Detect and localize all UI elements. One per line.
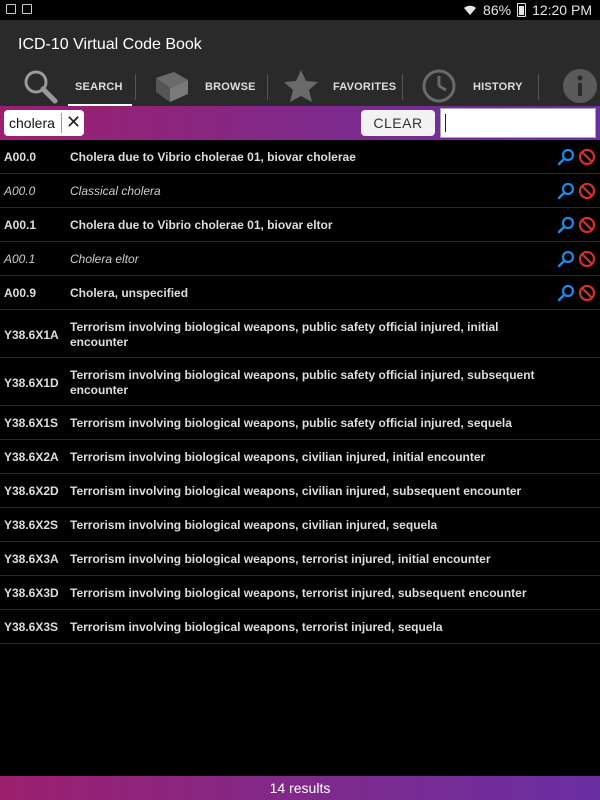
- results-count-bar: 14 results: [0, 776, 600, 800]
- lookup-icon[interactable]: [558, 284, 576, 302]
- code-label: A00.0: [4, 150, 37, 164]
- exclude-icon[interactable]: [578, 182, 596, 200]
- code-label: Y38.6X1S: [4, 416, 59, 430]
- search-input[interactable]: [440, 108, 596, 138]
- list-item[interactable]: A00.1 Cholera due to Vibrio cholerae 01,…: [0, 208, 600, 242]
- list-item[interactable]: A00.9 Cholera, unspecified: [0, 276, 600, 310]
- code-description: Terrorism involving biological weapons, …: [70, 586, 527, 600]
- code-description: Terrorism involving biological weapons, …: [70, 416, 512, 430]
- list-item[interactable]: Y38.6X1D Terrorism involving biological …: [0, 358, 600, 406]
- code-label: Y38.6X2S: [4, 518, 59, 532]
- code-description: Terrorism involving biological weapons, …: [70, 450, 486, 464]
- code-description: Terrorism involving biological weapons, …: [70, 620, 443, 634]
- code-label: Y38.6X2D: [4, 484, 59, 498]
- code-description: Classical cholera: [70, 184, 161, 198]
- code-description: Terrorism involving biological weapons, …: [70, 484, 522, 498]
- code-label: A00.9: [4, 286, 37, 300]
- tab-favorites[interactable]: FAVORITES: [280, 66, 397, 106]
- tab-search[interactable]: SEARCH: [20, 66, 132, 106]
- search-bar: cholera ✕ CLEAR: [0, 106, 600, 140]
- code-label: Y38.6X1D: [4, 376, 59, 390]
- code-label: A00.0: [4, 184, 36, 198]
- text-cursor: [445, 114, 446, 132]
- code-description: Terrorism involving biological weapons, …: [70, 552, 491, 566]
- tab-favorites-label: FAVORITES: [333, 81, 397, 93]
- code-description: Cholera due to Vibrio cholerae 01, biova…: [70, 150, 356, 164]
- results-count: 14 results: [269, 780, 331, 796]
- code-label: Y38.6X1A: [4, 328, 59, 342]
- tab-browse[interactable]: BROWSE: [150, 66, 270, 106]
- battery-percent: 86%: [483, 2, 512, 18]
- tab-history-label: HISTORY: [473, 81, 523, 93]
- tab-history[interactable]: HISTORY: [418, 66, 533, 106]
- remove-term-icon[interactable]: ✕: [66, 112, 81, 132]
- app-bar: ICD-10 Virtual Code Book SEARCH BROWSE F…: [0, 20, 600, 106]
- code-label: Y38.6X3D: [4, 586, 59, 600]
- exclude-icon[interactable]: [578, 216, 596, 234]
- tab-divider: [135, 74, 136, 100]
- code-description: Cholera due to Vibrio cholerae 01, biova…: [70, 218, 333, 232]
- code-label: A00.1: [4, 218, 37, 232]
- code-label: Y38.6X3S: [4, 620, 59, 634]
- sim-notification-icon: [22, 4, 32, 14]
- tab-bar: SEARCH BROWSE FAVORITES HISTORY: [0, 66, 600, 106]
- tab-divider: [267, 74, 268, 100]
- tab-divider: [538, 74, 539, 100]
- notification-icons: [6, 4, 32, 14]
- search-term: cholera: [9, 115, 55, 131]
- code-label: Y38.6X2A: [4, 450, 59, 464]
- exclude-icon[interactable]: [578, 148, 596, 166]
- clock-icon: [422, 69, 456, 103]
- code-description: Terrorism involving biological weapons, …: [70, 518, 438, 532]
- chip-divider: [61, 113, 62, 133]
- code-description: Cholera, unspecified: [70, 286, 189, 300]
- tab-info[interactable]: [558, 66, 600, 106]
- book-icon: [156, 72, 188, 102]
- tab-search-label: SEARCH: [75, 81, 123, 93]
- battery-icon: [517, 3, 527, 17]
- exclude-icon[interactable]: [578, 250, 596, 268]
- clock-time: 12:20 PM: [532, 2, 592, 18]
- app-title: ICD-10 Virtual Code Book: [18, 36, 202, 53]
- code-label: Y38.6X3A: [4, 552, 59, 566]
- clear-button[interactable]: CLEAR: [361, 110, 435, 136]
- list-item[interactable]: Y38.6X3A Terrorism involving biological …: [0, 542, 600, 576]
- list-item[interactable]: A00.0 Classical cholera: [0, 174, 600, 208]
- code-description: Cholera eltor: [70, 252, 139, 266]
- list-item[interactable]: A00.0 Cholera due to Vibrio cholerae 01,…: [0, 140, 600, 174]
- list-item[interactable]: Y38.6X3S Terrorism involving biological …: [0, 610, 600, 644]
- star-icon: [284, 70, 318, 102]
- code-label: A00.1: [4, 252, 36, 266]
- gallery-notification-icon: [6, 4, 16, 14]
- list-item[interactable]: Y38.6X1S Terrorism involving biological …: [0, 406, 600, 440]
- tab-browse-label: BROWSE: [205, 81, 256, 93]
- lookup-icon[interactable]: [558, 216, 576, 234]
- info-icon: [563, 69, 597, 103]
- magnifier-icon: [24, 70, 58, 104]
- list-item[interactable]: Y38.6X2S Terrorism involving biological …: [0, 508, 600, 542]
- results-list: A00.0 Cholera due to Vibrio cholerae 01,…: [0, 140, 600, 644]
- status-bar: 86% 12:20 PM: [0, 0, 600, 20]
- code-description: Terrorism involving biological weapons, …: [70, 320, 499, 349]
- list-item[interactable]: Y38.6X1A Terrorism involving biological …: [0, 310, 600, 358]
- search-term-chip[interactable]: cholera ✕: [4, 110, 84, 136]
- list-item[interactable]: Y38.6X2A Terrorism involving biological …: [0, 440, 600, 474]
- lookup-icon[interactable]: [558, 182, 576, 200]
- tab-divider: [402, 74, 403, 100]
- lookup-icon[interactable]: [558, 148, 576, 166]
- lookup-icon[interactable]: [558, 250, 576, 268]
- list-item[interactable]: Y38.6X2D Terrorism involving biological …: [0, 474, 600, 508]
- list-item[interactable]: Y38.6X3D Terrorism involving biological …: [0, 576, 600, 610]
- exclude-icon[interactable]: [578, 284, 596, 302]
- wifi-icon: [464, 5, 477, 15]
- list-item[interactable]: A00.1 Cholera eltor: [0, 242, 600, 276]
- code-description: Terrorism involving biological weapons, …: [70, 368, 535, 397]
